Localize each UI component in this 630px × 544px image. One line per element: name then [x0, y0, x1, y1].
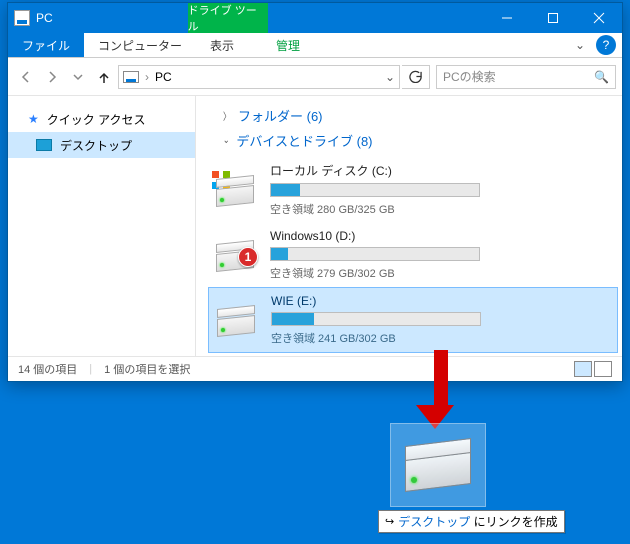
search-input[interactable]: PCの検索 🔍	[436, 65, 616, 89]
nav-label: クイック アクセス	[47, 111, 146, 128]
pc-icon	[123, 71, 139, 83]
address-bar[interactable]: › PC ⌄	[118, 65, 400, 89]
status-item-count: 14 個の項目	[18, 361, 77, 377]
tooltip-target: デスクトップ	[398, 515, 473, 529]
titlebar[interactable]: PC ドライブ ツール	[8, 3, 622, 33]
drive-icon	[405, 442, 471, 488]
star-icon: ★	[28, 112, 39, 126]
tab-manage[interactable]: 管理	[248, 33, 328, 57]
chevron-right-icon: 〉	[223, 108, 231, 123]
usage-bar	[270, 247, 480, 261]
path-dropdown-icon[interactable]: ⌄	[385, 70, 395, 84]
help-button[interactable]: ?	[596, 35, 616, 55]
window-title: PC	[36, 11, 53, 25]
content-pane[interactable]: 〉 フォルダー (6) ⌄ デバイスとドライブ (8) ローカル ディスク (C…	[196, 96, 622, 356]
group-label: フォルダー (6)	[238, 106, 323, 125]
drive-c[interactable]: ローカル ディスク (C:) 空き領域 280 GB/325 GB	[208, 156, 618, 223]
desktop-drop-target[interactable]	[390, 423, 486, 507]
drag-tooltip: ↪ デスクトップ にリンクを作成	[378, 510, 565, 533]
status-selection-count: 1 個の項目を選択	[104, 361, 190, 377]
breadcrumb-location[interactable]: PC	[155, 70, 172, 84]
group-devices[interactable]: ⌄ デバイスとドライブ (8)	[222, 131, 618, 150]
close-button[interactable]	[576, 3, 622, 33]
drive-icon	[217, 305, 257, 335]
nav-label: デスクトップ	[60, 137, 132, 154]
maximize-button[interactable]	[530, 3, 576, 33]
drive-tools-tab-header: ドライブ ツール	[188, 3, 268, 33]
up-button[interactable]	[92, 65, 116, 89]
desktop-icon	[36, 139, 52, 151]
view-details-button[interactable]	[574, 361, 592, 377]
recent-locations-button[interactable]	[66, 65, 90, 89]
drive-d[interactable]: Windows10 (D:) 空き領域 279 GB/302 GB	[208, 223, 618, 287]
chevron-down-icon: ⌄	[223, 135, 230, 146]
tab-view[interactable]: 表示	[196, 33, 248, 57]
minimize-button[interactable]	[484, 3, 530, 33]
drive-space: 空き領域 280 GB/325 GB	[270, 201, 610, 217]
tab-computer[interactable]: コンピューター	[84, 33, 196, 57]
titlebar-left: PC	[8, 3, 53, 33]
address-bar-row: › PC ⌄ PCの検索 🔍	[8, 58, 622, 96]
pc-icon	[14, 10, 30, 26]
group-label: デバイスとドライブ (8)	[236, 131, 372, 150]
explorer-window: PC ドライブ ツール ファイル コンピューター 表示 管理 ⌄ ? › PC …	[7, 2, 623, 382]
window-controls	[484, 3, 622, 33]
drive-icon	[216, 175, 256, 205]
drive-name: ローカル ディスク (C:)	[270, 162, 610, 179]
tooltip-action: にリンクを作成	[474, 515, 558, 529]
ribbon-expand-icon[interactable]: ⌄	[568, 33, 592, 57]
annotation-badge-1: 1	[238, 247, 258, 267]
refresh-button[interactable]	[402, 65, 430, 89]
drive-list: ローカル ディスク (C:) 空き領域 280 GB/325 GB Window…	[208, 156, 618, 353]
usage-bar	[270, 183, 480, 197]
usage-bar	[271, 312, 481, 326]
drive-space: 空き領域 279 GB/302 GB	[270, 265, 610, 281]
group-folders[interactable]: 〉 フォルダー (6)	[222, 106, 618, 125]
shortcut-icon: ↪	[385, 515, 394, 528]
ribbon: ファイル コンピューター 表示 管理 ⌄ ?	[8, 33, 622, 58]
drive-e[interactable]: WIE (E:) 空き領域 241 GB/302 GB	[208, 287, 618, 353]
view-large-icons-button[interactable]	[594, 361, 612, 377]
drive-space: 空き領域 241 GB/302 GB	[271, 330, 609, 346]
body: ★ クイック アクセス デスクトップ 〉 フォルダー (6) ⌄ デバイスとドラ…	[8, 96, 622, 356]
annotation-arrow	[428, 350, 454, 429]
forward-button[interactable]	[40, 65, 64, 89]
drive-name: Windows10 (D:)	[270, 229, 610, 243]
breadcrumb-separator: ›	[145, 70, 149, 84]
drive-name: WIE (E:)	[271, 294, 609, 308]
navigation-pane: ★ クイック アクセス デスクトップ	[8, 96, 196, 356]
back-button[interactable]	[14, 65, 38, 89]
nav-quick-access[interactable]: ★ クイック アクセス	[8, 106, 195, 132]
search-icon: 🔍	[594, 70, 609, 84]
search-placeholder: PCの検索	[443, 68, 496, 85]
nav-desktop[interactable]: デスクトップ	[8, 132, 195, 158]
tab-file[interactable]: ファイル	[8, 33, 84, 57]
status-bar: 14 個の項目 | 1 個の項目を選択	[8, 356, 622, 381]
